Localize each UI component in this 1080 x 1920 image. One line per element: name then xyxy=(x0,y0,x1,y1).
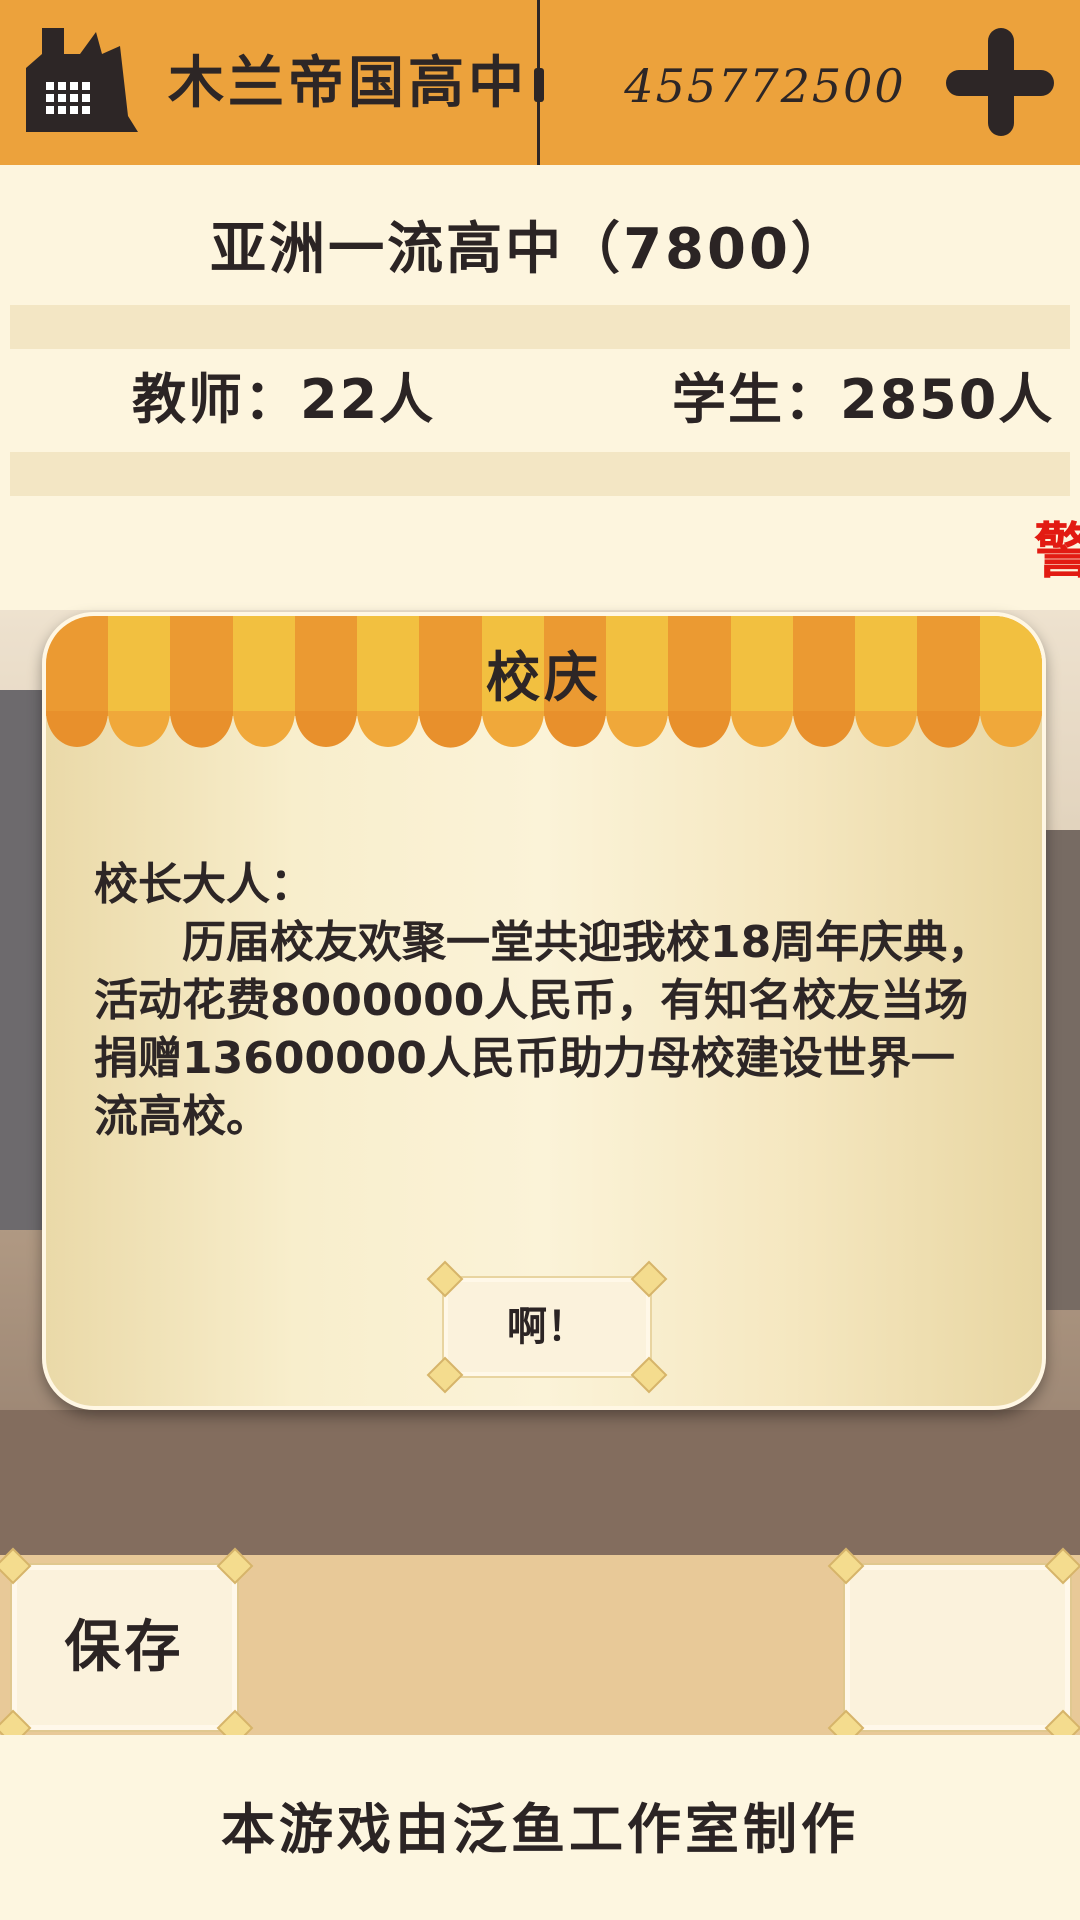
studio-credit: 本游戏由泛鱼工作室制作 xyxy=(221,1798,859,1861)
dialog-body: 校长大人： 历届校友欢聚一堂共迎我校18周年庆典，活动花费8000000人民币，… xyxy=(94,856,994,1146)
divider-stripe xyxy=(10,305,1070,349)
school-name: 木兰帝国高中 xyxy=(168,51,528,116)
header-divider xyxy=(537,0,540,165)
top-bar: 木兰帝国高中 455772500 xyxy=(0,0,1080,165)
dialog-message: 历届校友欢聚一堂共迎我校18周年庆典，活动花费8000000人民币，有知名校友当… xyxy=(94,917,992,1142)
dialog-title: 校庆 xyxy=(486,646,602,709)
save-button[interactable]: 保存 xyxy=(10,1563,239,1732)
money-counter: 455772500 xyxy=(624,59,906,113)
warning-text: 警 xyxy=(1034,517,1080,587)
footer: 本游戏由泛鱼工作室制作 xyxy=(0,1735,1080,1920)
confirm-button[interactable]: 啊！ xyxy=(442,1276,652,1378)
divider-stripe xyxy=(10,452,1070,496)
plus-icon[interactable] xyxy=(944,26,1056,138)
empty-button[interactable] xyxy=(843,1563,1072,1732)
teacher-count: 教师：22人 xyxy=(132,368,436,431)
factory-school-icon xyxy=(26,28,138,132)
student-count: 学生：2850人 xyxy=(672,368,1055,431)
school-info-panel: 亚洲一流高中（7800） 教师：22人 学生：2850人 警 xyxy=(0,165,1080,610)
dialog-greeting: 校长大人： xyxy=(94,859,314,910)
event-dialog: 校庆 校长大人： 历届校友欢聚一堂共迎我校18周年庆典，活动花费8000000人… xyxy=(42,612,1046,1410)
school-rank: 亚洲一流高中（7800） xyxy=(210,217,850,282)
